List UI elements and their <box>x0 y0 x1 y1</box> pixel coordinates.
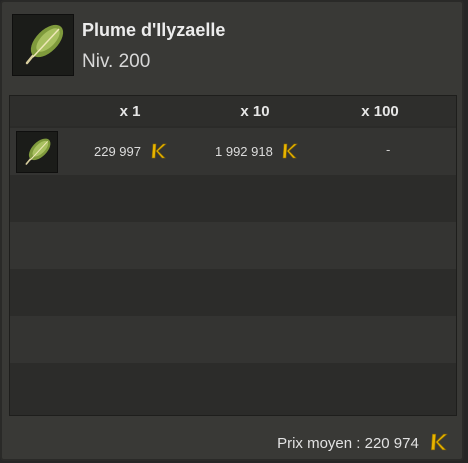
table-row <box>10 269 456 316</box>
item-name: Plume d'Ilyzaelle <box>82 20 226 40</box>
price-x1-value: 229 997 <box>94 143 141 159</box>
item-level: Niv. 200 <box>82 51 151 72</box>
column-header-x100: x 100 <box>361 103 399 120</box>
kama-icon <box>428 432 448 456</box>
table-row <box>10 175 456 222</box>
average-price: Prix moyen : 220 974 <box>277 432 448 456</box>
row-item-icon-frame <box>16 131 58 173</box>
column-header-x1: x 1 <box>119 103 141 120</box>
item-price-panel: Plume d'Ilyzaelle Niv. 200 x 1 x 10 x 10… <box>0 0 464 461</box>
table-row <box>10 363 456 410</box>
price-x1[interactable]: 229 997 <box>94 142 167 163</box>
price-x10-value: 1 992 918 <box>215 143 273 159</box>
column-header-x10: x 10 <box>240 103 270 120</box>
price-table: x 1 x 10 x 100 229 997 1 992 918 - <box>9 95 457 416</box>
feather-icon <box>25 138 51 165</box>
price-x100: - <box>386 142 391 157</box>
kama-icon <box>280 142 299 163</box>
item-header: Plume d'Ilyzaelle Niv. 200 <box>12 14 452 78</box>
table-row[interactable]: 229 997 1 992 918 - <box>10 128 456 175</box>
kama-icon <box>149 142 167 163</box>
price-x10[interactable]: 1 992 918 <box>215 142 299 163</box>
item-icon-frame <box>12 14 74 76</box>
table-row <box>10 222 456 269</box>
price-table-header: x 1 x 10 x 100 <box>10 96 456 126</box>
feather-icon <box>25 24 64 65</box>
table-row <box>10 316 456 363</box>
average-price-label: Prix moyen : 220 974 <box>277 434 419 452</box>
